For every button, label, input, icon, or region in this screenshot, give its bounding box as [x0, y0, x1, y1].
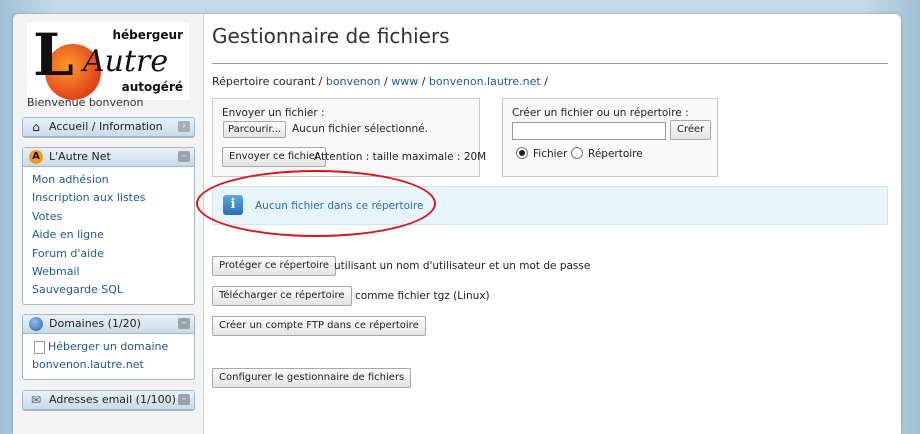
menu-domaines-header[interactable]: Domaines (1/20) – [23, 315, 194, 334]
logo-brand: Autre [83, 44, 169, 79]
menu-accueil-label: Accueil / Information [49, 120, 163, 133]
menu-email-label: Adresses email (1/100) [49, 393, 176, 406]
protect-note: utilisant un nom d'utilisateur et un mot… [334, 260, 591, 272]
menu-domaines-items: Héberger un domaine bonvenon.lautre.net [23, 334, 194, 379]
sidebar-item-webmail[interactable]: Webmail [32, 263, 194, 281]
logo-bottom-text: autogéré [121, 80, 183, 94]
home-icon: ⌂ [32, 120, 40, 134]
sidebar-item-domain[interactable]: bonvenon.lautre.net [32, 356, 194, 374]
breadcrumb-sep: / [383, 75, 388, 88]
sidebar-item-listes[interactable]: Inscription aux listes [32, 189, 194, 207]
sidebar: L Autre hébergeur autogéré Bienvenue bon… [13, 14, 204, 434]
breadcrumb-domain[interactable]: bonvenon.lautre.net [429, 75, 541, 88]
radio-repertoire[interactable] [571, 147, 583, 159]
menu-domaines-label: Domaines (1/20) [49, 317, 141, 330]
menu-email-header[interactable]: ✉ Adresses email (1/100) – [23, 391, 194, 410]
menu-domaines: Domaines (1/20) – Héberger un domaine bo… [22, 314, 195, 380]
sidebar-item-sql[interactable]: Sauvegarde SQL [32, 281, 194, 299]
title-divider [212, 63, 888, 64]
browse-button[interactable]: Parcourir... [223, 121, 287, 138]
menu-lautrenet-header[interactable]: A L'Autre Net – [23, 148, 194, 167]
download-button[interactable]: Télécharger ce répertoire [212, 286, 352, 306]
configure-button[interactable]: Configurer le gestionnaire de fichiers [212, 368, 412, 388]
upload-label: Envoyer un fichier : [222, 107, 325, 119]
create-panel: Créer un fichier ou un répertoire : Crée… [502, 98, 718, 177]
envelope-icon: ✉ [30, 393, 42, 407]
create-ftp-button[interactable]: Créer un compte FTP dans ce répertoire [212, 316, 426, 336]
create-label: Créer un fichier ou un répertoire : [512, 107, 689, 119]
create-name-input[interactable] [512, 122, 666, 140]
page-title: Gestionnaire de fichiers [212, 24, 450, 48]
annotation-ellipse [196, 170, 436, 237]
sidebar-item-adhesion[interactable]: Mon adhésion [32, 171, 194, 189]
collapse-icon[interactable]: – [178, 318, 190, 329]
breadcrumb-sep: / [544, 75, 548, 88]
download-note: comme fichier tgz (Linux) [355, 290, 490, 302]
send-file-button[interactable]: Envoyer ce fichier [222, 147, 327, 167]
radio-repertoire-label: Répertoire [588, 148, 643, 160]
collapse-icon[interactable]: – [178, 151, 190, 162]
breadcrumb-sep: / [421, 75, 426, 88]
sidebar-item-heberger[interactable]: Héberger un domaine [32, 338, 194, 356]
breadcrumb-bonvenon[interactable]: bonvenon [326, 75, 381, 88]
menu-accueil-header[interactable]: ⌂ Accueil / Information › [23, 118, 194, 137]
sidebar-item-aide[interactable]: Aide en ligne [32, 226, 194, 244]
menu-lautrenet-items: Mon adhésion Inscription aux listes Vote… [23, 167, 194, 304]
protect-button[interactable]: Protéger ce répertoire [212, 256, 337, 276]
logo-letter: L [33, 21, 74, 89]
globe-icon [29, 317, 43, 331]
no-file-text: Aucun fichier sélectionné. [292, 123, 428, 135]
radio-fichier-label: Fichier [533, 148, 568, 160]
sidebar-item-forum[interactable]: Forum d'aide [32, 245, 194, 263]
anarchy-icon: A [29, 150, 43, 164]
sidebar-item-votes[interactable]: Votes [32, 208, 194, 226]
sidebar-item-heberger-label: Héberger un domaine [48, 340, 169, 353]
document-icon [34, 341, 45, 354]
radio-fichier[interactable] [516, 147, 528, 159]
menu-email: ✉ Adresses email (1/100) – [22, 390, 195, 411]
logo-top-text: hébergeur [112, 28, 183, 42]
expand-icon[interactable]: › [178, 121, 190, 132]
page-frame: L Autre hébergeur autogéré Bienvenue bon… [13, 14, 901, 434]
menu-lautrenet-label: L'Autre Net [49, 150, 111, 163]
breadcrumb-label: Répertoire courant / [212, 75, 323, 88]
menu-accueil[interactable]: ⌂ Accueil / Information › [22, 117, 195, 138]
collapse-icon[interactable]: – [178, 394, 190, 405]
upload-panel: Envoyer un fichier : Parcourir... Aucun … [212, 98, 486, 177]
create-button[interactable]: Créer [670, 120, 712, 140]
menu-lautrenet: A L'Autre Net – Mon adhésion Inscription… [22, 147, 195, 305]
welcome-text: Bienvenue bonvenon [27, 96, 144, 109]
logo[interactable]: L Autre hébergeur autogéré [27, 22, 189, 100]
size-limit-note: Attention : taille maximale : 20M [314, 151, 487, 163]
breadcrumb: Répertoire courant / bonvenon / www / bo… [212, 75, 548, 88]
breadcrumb-www[interactable]: www [391, 75, 418, 88]
